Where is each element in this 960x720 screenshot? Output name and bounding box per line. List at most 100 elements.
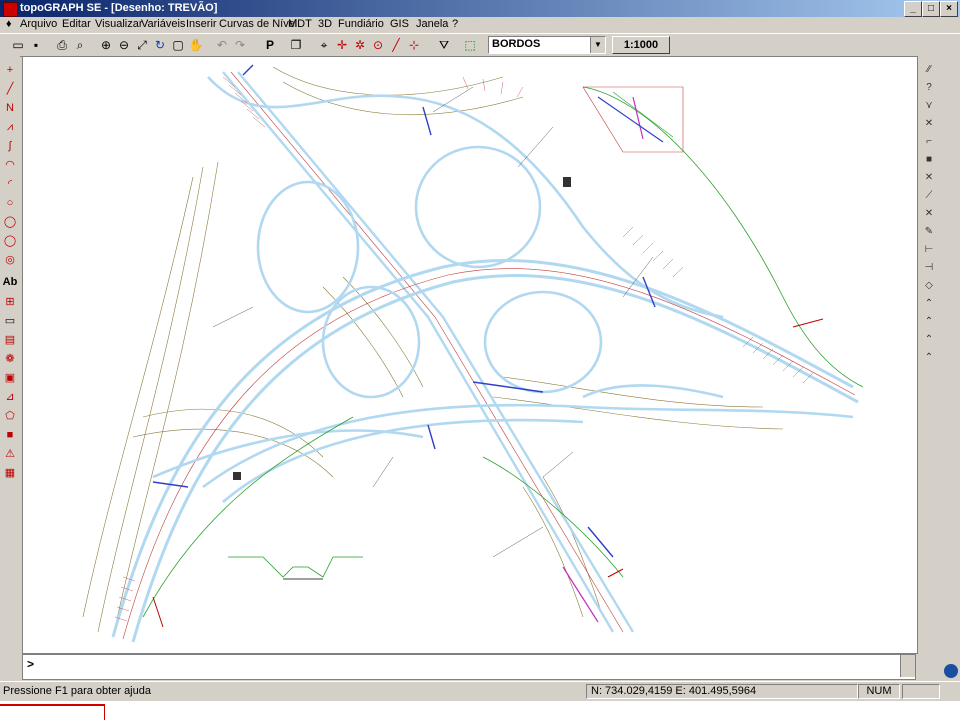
- menu-help[interactable]: ?: [452, 18, 458, 30]
- close-button[interactable]: ×: [940, 1, 958, 17]
- snap-mid-icon[interactable]: ⊙: [370, 37, 386, 53]
- extend-icon[interactable]: ⋎: [921, 98, 937, 114]
- app-logo-icon: [944, 664, 958, 678]
- copy-icon[interactable]: ⌃: [921, 296, 937, 312]
- draw-toolbar: + ╱ Ν ⩘ ∫ ◠ ◜ ○ ◯ ◯ ◎ Ab ⊞ ▭ ▤ ❁ ▣ ⊿ ⬠ ■…: [0, 56, 20, 486]
- menu-mdt[interactable]: MDT: [288, 18, 312, 30]
- title-bar[interactable]: topoGRAPH SE - [Desenho: TREVÃO] _ □ ×: [0, 0, 960, 17]
- new-icon[interactable]: ▭: [10, 37, 26, 53]
- main-toolbar: ▭ ▪ ⎙ ⌕ ⊕ ⊖ ⤢ ↻ ▢ ✋ ↶ ↷ P ❐ ⌖ ✛ ✲ ⊙ ╱ ⊹ …: [0, 33, 960, 57]
- snap-center-icon[interactable]: ✛: [334, 37, 350, 53]
- redo-icon[interactable]: ↷: [232, 37, 248, 53]
- menu-variaveis[interactable]: Variáveis: [141, 18, 185, 30]
- app-menu-icon[interactable]: ♦: [6, 18, 12, 30]
- circle-icon[interactable]: ○: [2, 195, 18, 211]
- fillet-icon[interactable]: ■: [921, 152, 937, 168]
- hatch-icon[interactable]: ▤: [2, 332, 18, 348]
- rectangle-icon[interactable]: ▭: [2, 313, 18, 329]
- break-icon[interactable]: ⌐: [921, 134, 937, 150]
- scale-icon[interactable]: ✕: [921, 206, 937, 222]
- undo-icon[interactable]: ↶: [214, 37, 230, 53]
- trim-icon[interactable]: ∕∕: [921, 62, 937, 78]
- command-scrollbar[interactable]: [900, 655, 915, 677]
- fill-icon[interactable]: ■: [2, 427, 18, 443]
- chevron-down-icon[interactable]: ▼: [590, 37, 605, 53]
- snap-perp-icon[interactable]: ⊹: [406, 37, 422, 53]
- leader-lines: [212, 86, 654, 558]
- zoom-extents-icon[interactable]: ⤢: [134, 37, 150, 53]
- table-icon[interactable]: ▦: [2, 465, 18, 481]
- snap-icon[interactable]: ⌖: [316, 37, 332, 53]
- mirror-icon[interactable]: ⟋: [921, 188, 937, 204]
- stretch-icon[interactable]: ⊢: [921, 242, 937, 258]
- multiline-icon[interactable]: ⩘: [2, 119, 18, 135]
- zoom-in-icon[interactable]: ⊕: [98, 37, 114, 53]
- insert-image-icon[interactable]: ▣: [2, 370, 18, 386]
- chamfer-icon[interactable]: ⌃: [921, 350, 937, 366]
- arc-icon[interactable]: ◠: [2, 157, 18, 173]
- window-title: topoGRAPH SE - [Desenho: TREVÃO]: [20, 2, 218, 14]
- polyline-icon[interactable]: Ν: [2, 100, 18, 116]
- zoom-window-icon[interactable]: ▢: [170, 37, 186, 53]
- command-line[interactable]: >: [22, 654, 916, 680]
- command-prompt: >: [27, 657, 35, 671]
- help-icon[interactable]: ?: [921, 80, 937, 96]
- inset-detail: [582, 86, 684, 153]
- donut-icon[interactable]: ◎: [2, 252, 18, 268]
- menu-inserir[interactable]: Inserir: [186, 18, 217, 30]
- arc3-icon[interactable]: ◜: [2, 176, 18, 192]
- drawing-canvas[interactable]: [22, 56, 918, 654]
- menu-3d[interactable]: 3D: [318, 18, 332, 30]
- pan-icon[interactable]: ✋: [188, 37, 204, 53]
- menu-janela[interactable]: Janela: [416, 18, 448, 30]
- menu-arquivo[interactable]: Arquivo: [20, 18, 57, 30]
- region-icon[interactable]: ❁: [2, 351, 18, 367]
- symbol-icon[interactable]: ⬠: [2, 408, 18, 424]
- regen-icon[interactable]: ↻: [152, 37, 168, 53]
- save-icon[interactable]: ▪: [28, 37, 44, 53]
- minimize-button[interactable]: _: [904, 1, 922, 17]
- circle2-icon[interactable]: ◯: [2, 214, 18, 230]
- text-icon[interactable]: Ab: [2, 274, 18, 290]
- ellipse-icon[interactable]: ◯: [2, 233, 18, 249]
- interchange-drawing: [82, 64, 864, 643]
- menu-visualizar[interactable]: Visualizar: [95, 18, 143, 30]
- print-preview-icon[interactable]: ⌕: [72, 37, 88, 53]
- move-icon[interactable]: ◇: [921, 278, 937, 294]
- application-window: topoGRAPH SE - [Desenho: TREVÃO] _ □ × ♦…: [0, 0, 960, 701]
- layer-combo[interactable]: BORDOS ▼: [488, 36, 606, 54]
- spline-icon[interactable]: ∫: [2, 138, 18, 154]
- point-icon[interactable]: +: [2, 62, 18, 78]
- boundary-lines: [142, 86, 864, 618]
- erase-icon[interactable]: ✕: [921, 116, 937, 132]
- line-icon[interactable]: ╱: [2, 81, 18, 97]
- rotate-icon[interactable]: ✎: [921, 224, 937, 240]
- menu-editar[interactable]: Editar: [62, 18, 91, 30]
- print-icon[interactable]: ⎙: [54, 37, 70, 53]
- snap-end-icon[interactable]: ✲: [352, 37, 368, 53]
- join-icon[interactable]: ⌃: [921, 332, 937, 348]
- array-icon[interactable]: ✕: [921, 170, 937, 186]
- select-icon[interactable]: ⬚: [462, 37, 478, 53]
- layer-combo-value: BORDOS: [492, 38, 541, 50]
- layers-icon[interactable]: ❐: [288, 37, 304, 53]
- offset-icon[interactable]: ⊣: [921, 260, 937, 276]
- status-empty-pane: [902, 684, 940, 699]
- menu-fundiario[interactable]: Fundiário: [338, 18, 384, 30]
- properties-icon[interactable]: P: [262, 37, 278, 53]
- vertical-scrollbar[interactable]: [942, 56, 960, 681]
- dimension-icon[interactable]: ⊿: [2, 389, 18, 405]
- app-icon[interactable]: [3, 2, 18, 17]
- line-tool-icon[interactable]: ╱: [388, 37, 404, 53]
- red-annotations: [152, 318, 824, 628]
- menu-gis[interactable]: GIS: [390, 18, 409, 30]
- maximize-button[interactable]: □: [922, 1, 940, 17]
- scale-button[interactable]: 1:1000: [612, 36, 670, 54]
- zoom-out-icon[interactable]: ⊖: [116, 37, 132, 53]
- measure-icon[interactable]: ⚠: [2, 446, 18, 462]
- block-icon[interactable]: ⊞: [2, 294, 18, 310]
- explode-icon[interactable]: ⌃: [921, 314, 937, 330]
- menu-curvas-de-nivel[interactable]: Curvas de Nível: [219, 18, 297, 30]
- filter-icon[interactable]: ⛛: [436, 37, 452, 53]
- section-detail: [228, 556, 363, 580]
